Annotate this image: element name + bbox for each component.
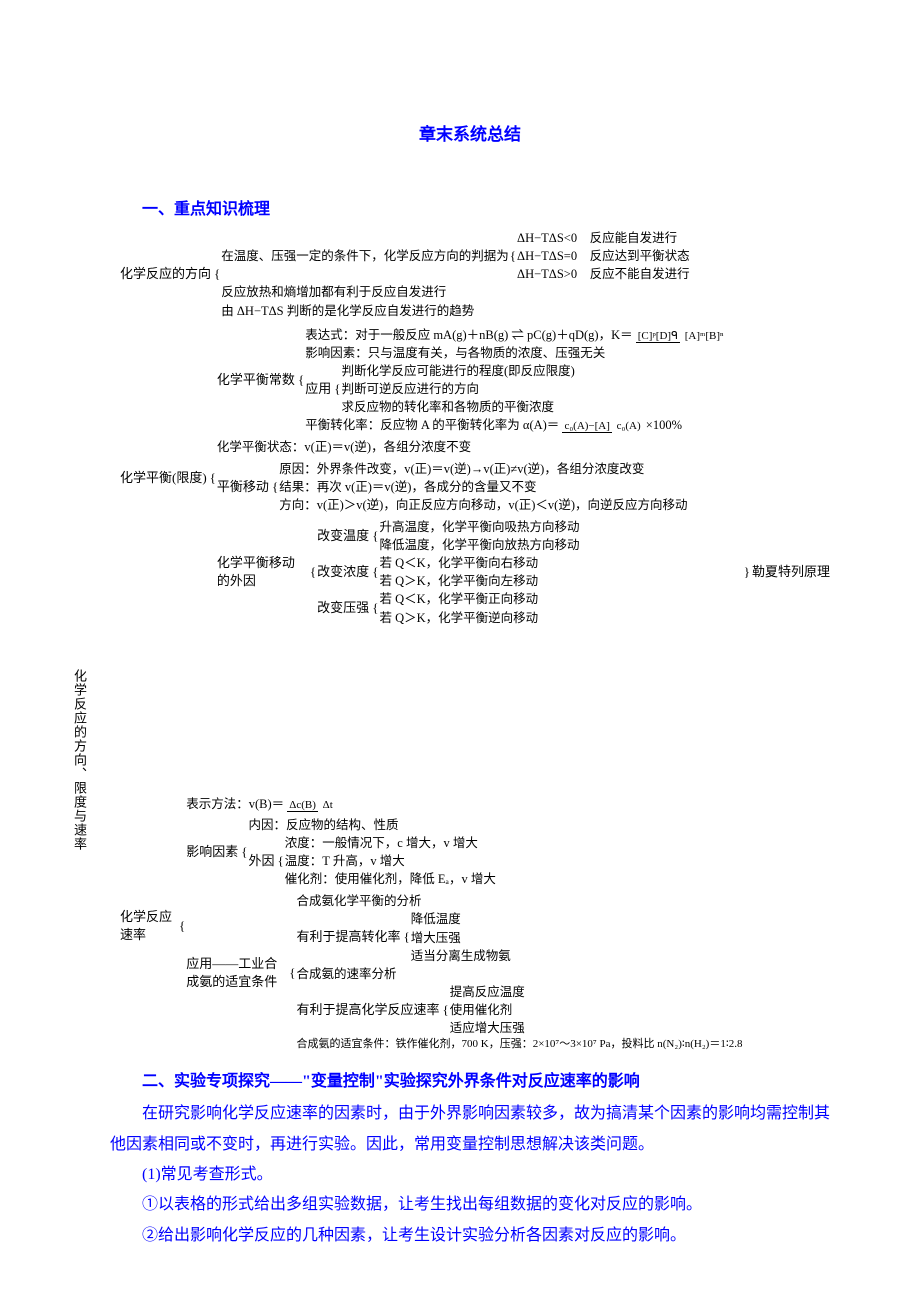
direction-label: 化学反应的方向 [120,265,213,283]
ext-press-label: 改变压强 [317,599,371,617]
direction-case-2: ΔH−TΔS=0 反应达到平衡状态 [517,247,690,265]
ext-temp-1: 升高温度，化学平衡向吸热方向移动 [379,518,579,536]
ext-conc-1: 若 Q＜K，化学平衡向右移动 [379,554,538,572]
app-rate-analysis: 合成氨的速率分析 [297,965,831,983]
section-2-header: 二、实验专项探究——"变量控制"实验探究外界条件对反应速率的影响 [110,1067,830,1091]
item-2: ②给出影响化学反应的几种因素，让考生设计实验分析各因素对反应的影响。 [110,1221,830,1251]
page-title: 章末系统总结 [110,120,830,145]
app-conv-2: 增大压强 [411,929,511,947]
eq-shift-3: 方向：v(正)＞v(逆)，向正反应方向移动，v(正)＜v(逆)，向逆反应方向移动 [279,496,830,514]
eq-shift-label: 平衡移动 [217,478,271,496]
ext-temp-2: 降低温度，化学平衡向放热方向移动 [379,536,579,554]
direction-line1-prefix: 在温度、压强一定的条件下，化学反应方向的判据为 [221,247,509,265]
eq-external-label: 化学平衡移动的外因 [217,554,309,590]
app-conv-1: 降低温度 [411,910,511,928]
le-chatelier-principle: 勒夏特列原理 [752,563,830,581]
eq-factors: 影响因素：只与温度有关，与各物质的浓度、压强无关 [305,344,830,362]
sub-1: (1)常见考查形式。 [110,1160,830,1190]
eq-state: 化学平衡状态：v(正)＝v(逆)，各组分浓度不变 [217,438,830,456]
app-rate-1: 提高反应温度 [450,983,525,1001]
app-analysis: 合成氨化学平衡的分析 [297,892,831,910]
equilibrium-label: 化学平衡(限度) [120,469,209,487]
app-rate-label: 有利于提高化学反应速率 [297,1001,442,1019]
rate-ext-3: 催化剂：使用催化剂，降低 Eₐ，v 增大 [285,870,496,888]
item-1: ①以表格的形式给出多组实验数据，让考生找出每组数据的变化对反应的影响。 [110,1190,830,1220]
eq-conv-fraction: c₀(A)−[A] c₀(A) [562,420,642,432]
ext-press-2: 若 Q＞K，化学平衡逆向移动 [379,609,538,627]
direction-line3: 由 ΔH−TΔS 判断的是化学反应自发进行的趋势 [221,302,830,320]
eq-apply-label: 应用 [305,380,333,398]
rate-ext-2: 温度：T 升高，v 增大 [285,852,496,870]
rate-external-label: 外因 [249,852,277,870]
app-conv-3: 适当分离生成物氨 [411,947,511,965]
ext-conc-2: 若 Q＞K，化学平衡向左移动 [379,572,538,590]
app-rate-2: 使用催化剂 [450,1001,525,1019]
ext-conc-label: 改变浓度 [317,563,371,581]
eq-apply-1: 判断化学反应可能进行的程度(即反应限度) [341,362,574,380]
eq-shift-1: 原因：外界条件改变，v(正)＝v(逆)→v(正)≠v(逆)，各组分浓度改变 [279,460,830,478]
eq-constant-label: 化学平衡常数 [217,371,297,389]
direction-case-1: ΔH−TΔS<0 反应能自发进行 [517,229,690,247]
ext-temp-label: 改变温度 [317,527,371,545]
eq-conv-prefix: 平衡转化率：反应物 A 的平衡转化率为 α(A)＝ [305,418,559,432]
rate-expr-label: 表示方法：v(B)＝ [186,797,284,811]
eq-apply-2: 判断可逆反应进行的方向 [341,380,574,398]
eq-apply-3: 求反应物的转化率和各物质的平衡浓度 [341,398,574,416]
eq-shift-2: 结果：再次 v(正)＝v(逆)，各成分的含量又不变 [279,478,830,496]
section-1-header: 一、重点知识梳理 [110,195,830,219]
rate-factors-label: 影响因素 [186,843,240,861]
paragraph-1: 在研究影响化学反应速率的因素时，由于外界影响因素较多，故为搞清某个因素的影响均需… [110,1099,830,1160]
rate-app-label: 应用——工业合成氨的适宜条件 [186,955,288,991]
root-label: 化学反应的方向、限度与速率 [70,669,89,929]
ext-press-1: 若 Q＜K，化学平衡正向移动 [379,590,538,608]
eq-conv-suffix: ×100% [646,418,682,432]
app-conv-label: 有利于提高转化率 [297,928,403,946]
rate-ext-1: 浓度：一般情况下，c 增大，v 增大 [285,834,496,852]
rate-label: 化学反应速率 [120,908,178,944]
document-page: 章末系统总结 一、重点知识梳理 化学反应的方向、限度与速率 化学反应的方向 { … [0,0,920,1311]
direction-case-3: ΔH−TΔS>0 反应不能自发进行 [517,265,690,283]
app-conditions: 合成氨的适宜条件：铁作催化剂，700 K，压强：2×10⁷～3×10⁷ Pa，投… [297,1037,831,1053]
eq-expr-fraction: [C]ᵖ[D]ᑫ [A]ᵐ[B]ⁿ [636,330,726,342]
app-rate-3: 适应增大压强 [450,1019,525,1037]
rate-internal: 内因：反应物的结构、性质 [249,816,830,834]
direction-line2: 反应放热和熵增加都有利于反应自发进行 [221,283,830,301]
rate-expr-fraction: Δc(B) Δt [287,799,335,811]
eq-expr-prefix: 表达式：对于一般反应 mA(g)＋nB(g) ⇌ pC(g)＋qD(g)，K＝ [305,328,632,342]
concept-map: 化学反应的方向、限度与速率 化学反应的方向 { 在温度、压强一定的条件下，化学反… [80,229,830,1057]
